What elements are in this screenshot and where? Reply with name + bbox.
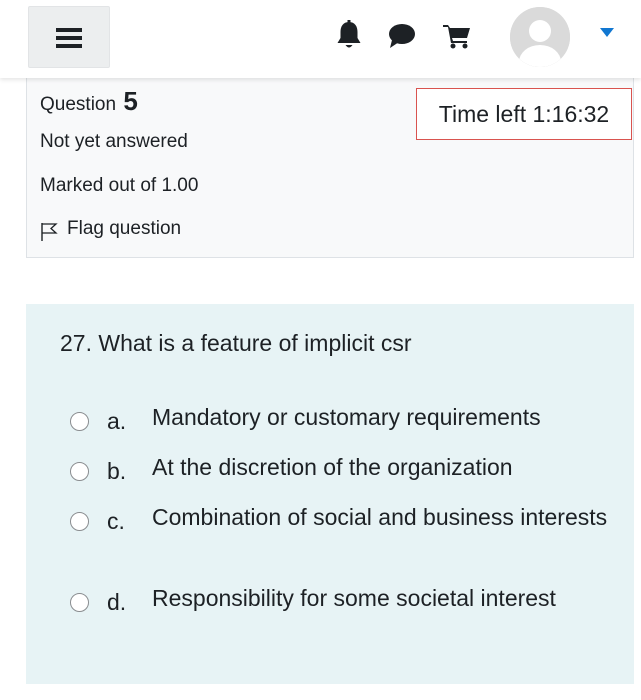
- marked-out-of: Marked out of 1.00: [40, 175, 199, 196]
- question-number: 5: [123, 86, 138, 116]
- time-left-timer: Time left 1:16:32: [416, 88, 632, 140]
- radio-button[interactable]: [70, 512, 89, 531]
- caret-down-icon[interactable]: [600, 28, 614, 37]
- answer-text: Responsibility for some societal interes…: [152, 585, 556, 611]
- radio-button[interactable]: [70, 412, 89, 431]
- question-number-label: Question 5: [40, 86, 138, 117]
- answer-text: Mandatory or customary requirements: [152, 404, 541, 430]
- question-text: 27. What is a feature of implicit csr: [60, 330, 412, 356]
- answer-text: At the discretion of the organization: [152, 454, 513, 480]
- menu-button[interactable]: [28, 6, 110, 68]
- flag-icon: [41, 223, 58, 241]
- bell-icon[interactable]: [336, 20, 362, 50]
- chat-bubble-icon[interactable]: [388, 23, 416, 49]
- user-avatar[interactable]: [510, 7, 570, 67]
- question-text-panel: 27. What is a feature of implicit csr a.…: [26, 304, 634, 684]
- answer-letter: c.: [107, 508, 125, 534]
- user-avatar-icon: [510, 7, 570, 67]
- answer-status: Not yet answered: [40, 131, 188, 152]
- flag-question-label: Flag question: [67, 218, 182, 239]
- answer-text: Combination of social and business inter…: [152, 504, 608, 530]
- radio-button[interactable]: [70, 462, 89, 481]
- answer-letter: d.: [107, 589, 127, 615]
- question-label-text: Question: [40, 94, 117, 115]
- flag-question-link[interactable]: Flag question: [40, 218, 182, 241]
- hamburger-menu-icon: [56, 28, 82, 48]
- top-navbar: [0, 0, 641, 78]
- shopping-cart-icon[interactable]: [443, 23, 471, 49]
- answer-letter: b.: [107, 458, 127, 484]
- answer-letter: a.: [107, 408, 127, 434]
- radio-button[interactable]: [70, 593, 89, 612]
